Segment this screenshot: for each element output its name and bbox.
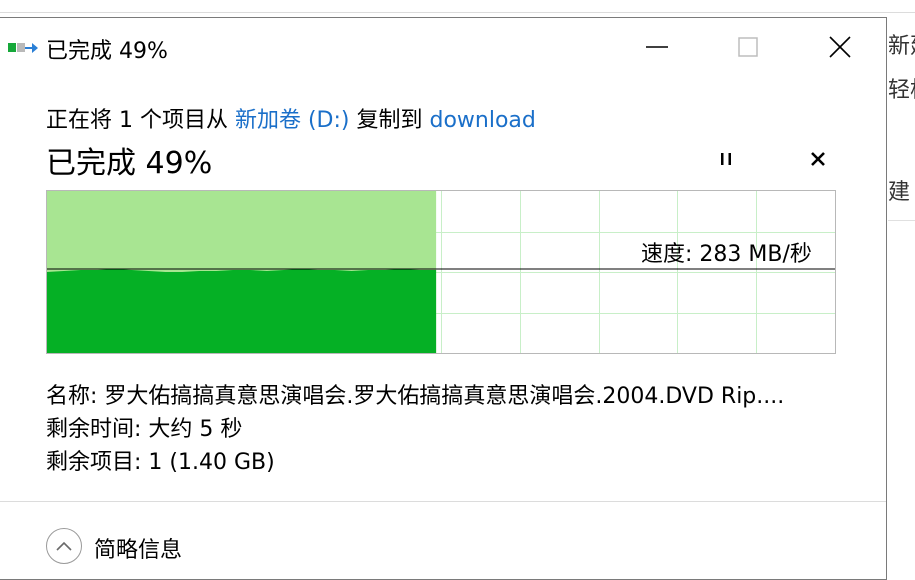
maximize-icon: [738, 37, 758, 57]
maximize-button[interactable]: [716, 18, 780, 76]
close-icon: [829, 36, 851, 58]
speed-graph-svg: [47, 191, 835, 353]
pause-button[interactable]: [708, 143, 744, 175]
minimize-icon: [646, 46, 668, 48]
copy-progress-icon: [8, 43, 38, 53]
footer-separator: [0, 501, 886, 502]
description-middle: 复制到: [349, 108, 430, 133]
details-toggle-button[interactable]: [46, 528, 82, 564]
title-bar[interactable]: 已完成 49%: [0, 18, 886, 76]
cancel-button[interactable]: [800, 143, 836, 175]
background-window-strip: [0, 0, 915, 13]
window-title: 已完成 49%: [46, 39, 168, 64]
speed-area: [47, 269, 437, 353]
background-text-new: 新建: [888, 34, 915, 59]
background-text-build: 建: [888, 180, 911, 205]
copy-progress-dialog: 已完成 49% 正在将 1 个项目从 新加卷 (D:) 复制到 download…: [0, 17, 887, 580]
minimize-button[interactable]: [625, 18, 689, 76]
time-remaining-line: 剩余时间: 大约 5 秒: [46, 417, 243, 442]
background-divider: [888, 220, 915, 221]
details-toggle-label[interactable]: 简略信息: [94, 532, 182, 564]
description-prefix: 正在将 1 个项目从: [46, 108, 235, 133]
chevron-up-icon: [56, 541, 72, 551]
pause-icon: [721, 153, 731, 165]
items-remaining-line: 剩余项目: 1 (1.40 GB): [46, 450, 275, 475]
close-button[interactable]: [808, 18, 872, 76]
copy-description: 正在将 1 个项目从 新加卷 (D:) 复制到 download: [46, 102, 536, 134]
speed-label: 速度: 283 MB/秒: [641, 242, 812, 267]
file-name-line: 名称: 罗大佑搞搞真意思演唱会.罗大佑搞搞真意思演唱会.2004.DVD Rip…: [46, 384, 785, 409]
destination-link[interactable]: download: [430, 108, 536, 133]
cancel-icon: [811, 152, 825, 166]
progress-heading: 已完成 49%: [46, 146, 213, 181]
background-text-light: 轻松: [888, 78, 915, 103]
progress-speed-graph: [46, 190, 836, 354]
source-link[interactable]: 新加卷 (D:): [235, 108, 350, 133]
